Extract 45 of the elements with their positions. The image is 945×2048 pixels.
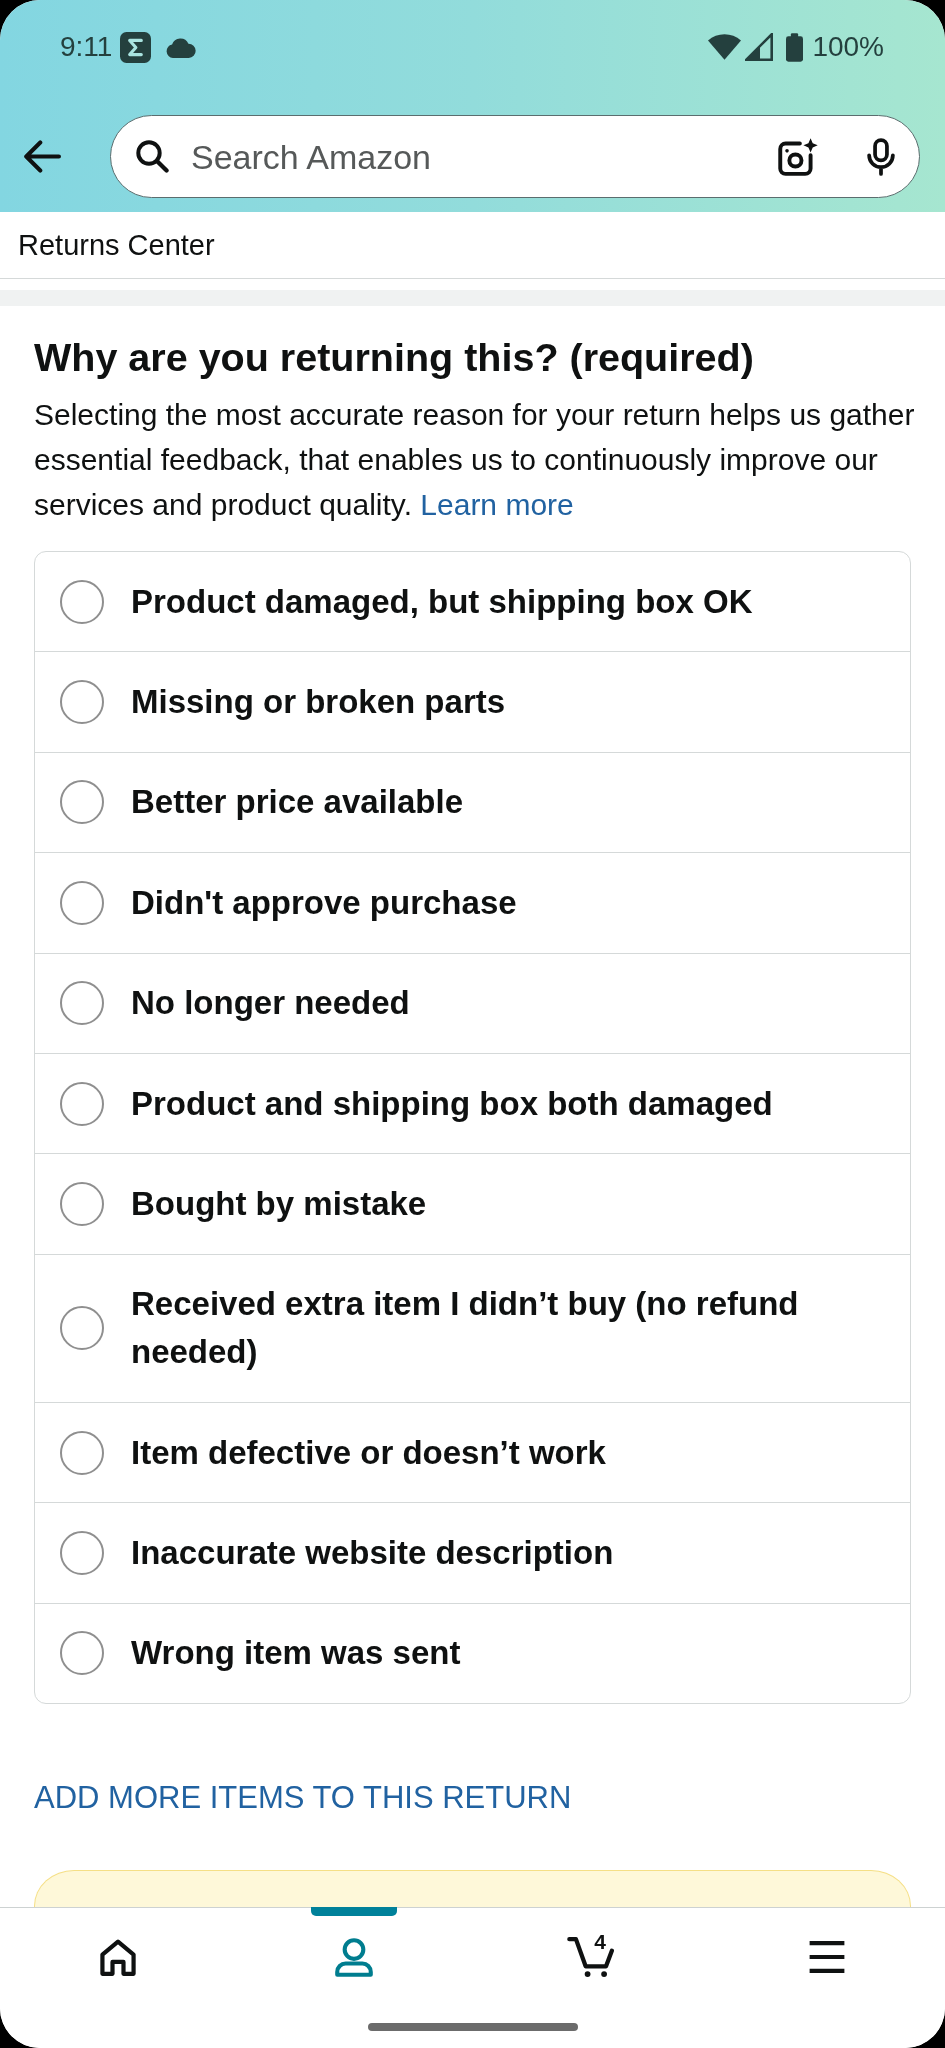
radio-button[interactable] (60, 1631, 104, 1676)
status-time: 9:11 (60, 30, 113, 64)
radio-button[interactable] (60, 1081, 104, 1126)
learn-more-link[interactable]: Learn more (420, 488, 574, 521)
radio-button[interactable] (60, 1430, 104, 1475)
microphone-icon[interactable] (867, 137, 895, 176)
option-label[interactable]: Better price available (131, 778, 463, 827)
radio-button[interactable] (60, 1306, 104, 1351)
cloud-icon (166, 36, 197, 58)
option-label[interactable]: Product damaged, but shipping box OK (131, 577, 753, 626)
cart-nav-button[interactable]: 4 (472, 1908, 709, 2006)
radio-button[interactable] (60, 981, 104, 1026)
wifi-icon (708, 34, 742, 60)
search-input[interactable]: Search Amazon (191, 135, 756, 178)
breadcrumb-link[interactable]: Returns Center (18, 228, 215, 262)
section-heading: Why are you returning this? (required) (34, 335, 755, 379)
option-label[interactable]: Didn't approve purchase (131, 878, 517, 927)
cart-icon (567, 1937, 615, 1977)
option-label[interactable]: Product and shipping box both damaged (131, 1079, 773, 1128)
option-label[interactable]: Missing or broken parts (131, 678, 506, 727)
battery-percentage: 100% (812, 30, 884, 64)
option-label[interactable]: Received extra item I didn’t buy (no refund needed) (131, 1280, 880, 1377)
person-icon (335, 1937, 374, 1977)
home-icon (100, 1938, 137, 1976)
option-label[interactable]: Inaccurate website description (131, 1529, 614, 1578)
menu-icon (808, 1941, 845, 1973)
description-text: Selecting the most accurate reason for your return helps us gather essential feedback, that enables us to continuously improve our services and product quality. Learn more (34, 397, 916, 523)
battery-icon (786, 32, 804, 62)
camera-sparkle-icon[interactable] (778, 137, 818, 176)
option-label[interactable]: Wrong item was sent (131, 1629, 461, 1678)
sigma-tile-icon (120, 31, 152, 63)
option-label[interactable]: No longer needed (131, 979, 410, 1028)
search-field[interactable]: Search Amazon (110, 115, 920, 198)
back-arrow-icon (23, 140, 61, 173)
radio-button[interactable] (60, 680, 104, 725)
radio-button[interactable] (60, 1531, 104, 1576)
search-icon (136, 140, 169, 173)
radio-button[interactable] (60, 880, 104, 925)
radio-button[interactable] (60, 1181, 104, 1226)
option-label[interactable]: Item defective or doesn’t work (131, 1428, 606, 1477)
signal-icon (745, 33, 774, 61)
add-items-link[interactable]: ADD MORE ITEMS TO THIS RETURN (34, 1778, 572, 1819)
option-label[interactable]: Bought by mistake (131, 1179, 427, 1228)
radio-button[interactable] (60, 780, 104, 825)
radio-button[interactable] (60, 579, 104, 624)
